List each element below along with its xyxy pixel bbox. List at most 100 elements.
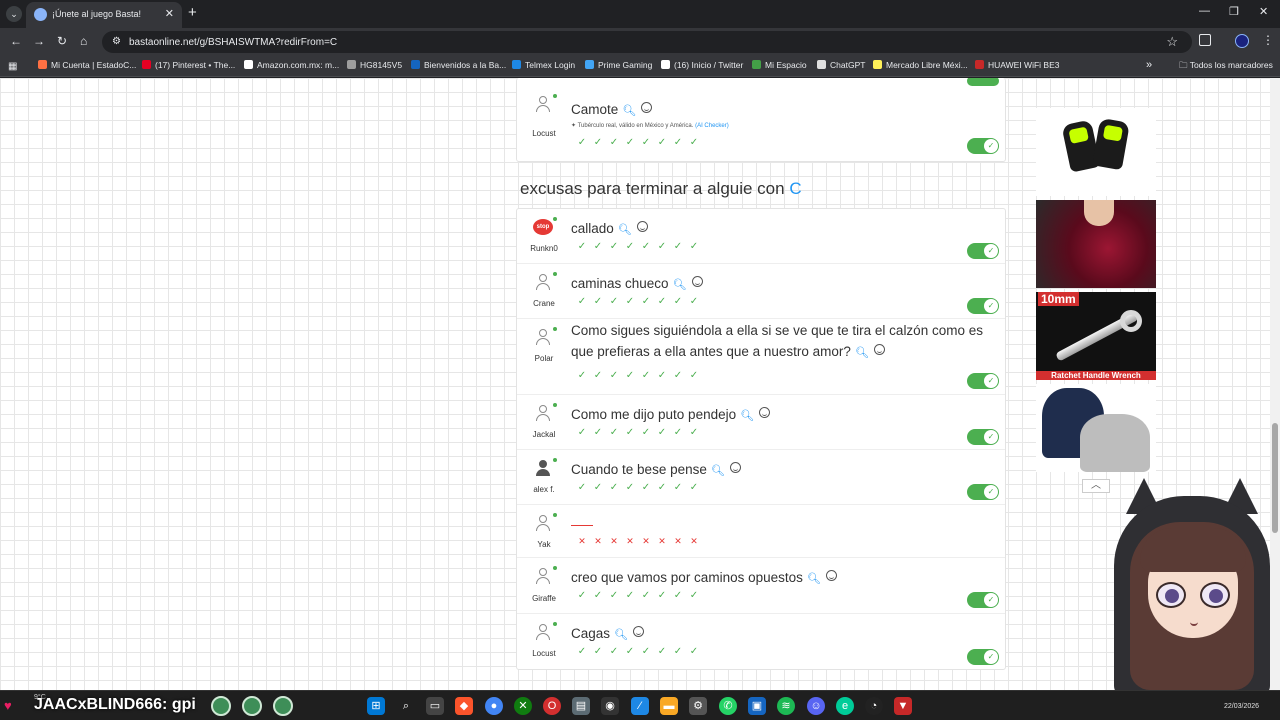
check-icon: ✓ — [657, 137, 667, 148]
address-bar[interactable]: ⚙ bastaonline.net/g/BSHAISWTMA?redirFrom… — [102, 31, 1192, 53]
bookmark-item[interactable]: HUAWEI WiFi BE3 — [975, 60, 1059, 70]
tab-active[interactable]: ¡Únete al juego Basta! ✕ — [26, 2, 182, 28]
search-icon[interactable]: 🔍︎ — [807, 573, 821, 585]
search-icon[interactable]: ⌕ — [397, 697, 415, 715]
profile-avatar[interactable] — [1235, 34, 1249, 48]
search-icon[interactable]: 🔍︎ — [622, 105, 636, 117]
emoji-icon[interactable] — [633, 626, 644, 637]
validity-toggle[interactable]: ✓ — [967, 429, 999, 445]
online-status-dot — [553, 622, 557, 626]
all-bookmarks-folder[interactable]: 🗀 Todos los marcadores — [1179, 60, 1273, 74]
page-scrollbar[interactable] — [1270, 78, 1280, 690]
bookmark-item[interactable]: Prime Gaming — [585, 60, 652, 70]
validity-toggle[interactable]: ✓ — [967, 138, 999, 154]
close-icon[interactable]: ✕ — [165, 7, 174, 20]
extensions-icon[interactable] — [1199, 34, 1211, 46]
bookmark-item[interactable]: Mi Cuenta | EstadoC... — [38, 60, 136, 70]
bookmark-item[interactable]: Telmex Login — [512, 60, 575, 70]
ai-checker-link[interactable]: (AI Checker) — [695, 123, 729, 129]
bookmark-item[interactable]: Mi Espacio — [752, 60, 807, 70]
search-icon[interactable]: 🔍︎ — [618, 224, 632, 236]
chrome-icon[interactable]: ● — [485, 697, 503, 715]
spotify-icon[interactable]: ≋ — [777, 697, 795, 715]
check-icon: ✓ — [673, 370, 683, 381]
back-icon[interactable]: ← — [10, 34, 22, 48]
photoshop-icon[interactable]: ▣ — [748, 697, 766, 715]
brave-browser-icon[interactable]: ◆ — [455, 697, 473, 715]
task-view-icon[interactable]: ▭ — [426, 697, 444, 715]
validity-toggle[interactable] — [967, 78, 999, 86]
search-icon[interactable]: 🔍︎ — [711, 465, 725, 477]
user-icon — [535, 329, 551, 345]
ad-ratchet-wrench[interactable]: 10mm Ratchet Handle Wrench — [1036, 292, 1156, 380]
opera-icon[interactable]: O — [543, 697, 561, 715]
validity-toggle[interactable]: ✓ — [967, 484, 999, 500]
vote-row: ✓ ✓ ✓ ✓ ✓ ✓ ✓ ✓ — [574, 137, 702, 148]
close-window-icon[interactable]: ✕ — [1259, 5, 1268, 18]
check-icon: ✓ — [657, 427, 667, 438]
bookmark-item[interactable]: Amazon.com.mx: m... — [244, 60, 339, 70]
windows-start-icon[interactable]: ⊞ — [367, 697, 385, 715]
validity-toggle[interactable]: ✓ — [967, 373, 999, 389]
app-icon[interactable]: ▼ — [894, 697, 912, 715]
cross-icon: ✕ — [658, 536, 666, 546]
emote-icon — [273, 696, 293, 716]
search-icon[interactable]: 🔍︎ — [673, 279, 687, 291]
bookmark-item[interactable]: ChatGPT — [817, 60, 865, 70]
scrollbar-thumb[interactable] — [1272, 423, 1278, 533]
check-icon: ✓ — [641, 646, 651, 657]
search-icon[interactable]: 🔍︎ — [855, 347, 869, 359]
home-icon[interactable]: ⌂ — [80, 34, 87, 48]
xbox-icon[interactable]: ✕ — [514, 697, 532, 715]
whatsapp-icon[interactable]: ✆ — [719, 697, 737, 715]
discord-icon[interactable]: ☺ — [807, 697, 825, 715]
steam-icon[interactable]: ◉ — [601, 697, 619, 715]
ad-goalkeeper-gloves[interactable] — [1036, 108, 1156, 196]
chevron-right-icon[interactable]: » — [1146, 59, 1152, 71]
check-icon: ✓ — [625, 296, 635, 307]
reload-icon[interactable]: ↻ — [57, 34, 67, 48]
obs-icon[interactable]: ◔ — [865, 697, 883, 715]
validity-toggle[interactable]: ✓ — [967, 243, 999, 259]
search-icon[interactable]: 🔍︎ — [740, 410, 754, 422]
ad-red-dress[interactable] — [1036, 200, 1156, 288]
player-name: Crane — [533, 299, 555, 308]
answer-row: Jackal Como me dijo puto pendejo 🔍︎ ✓ ✓ ✓ ✓ ✓… — [517, 395, 1005, 450]
answer-value: Como sigues siguiéndola a ella si se ve … — [571, 323, 983, 359]
star-icon[interactable]: ☆ — [1166, 34, 1178, 50]
online-status-dot — [553, 327, 557, 331]
ad-hoodies[interactable] — [1036, 384, 1156, 472]
emoji-icon[interactable] — [641, 102, 653, 113]
site-info-icon[interactable]: ⚙ — [112, 36, 121, 47]
apps-grid-icon[interactable]: ▦ — [8, 61, 17, 72]
app-icon[interactable]: ⁄ — [631, 697, 649, 715]
bookmark-item[interactable]: (17) Pinterest • The... — [142, 60, 235, 70]
bookmark-favicon — [975, 60, 984, 69]
edge-icon[interactable]: e — [836, 697, 854, 715]
validity-toggle[interactable]: ✓ — [967, 649, 999, 665]
emoji-icon[interactable] — [873, 344, 885, 355]
search-icon[interactable]: 🔍︎ — [614, 629, 628, 641]
file-explorer-icon[interactable]: ▬ — [660, 697, 678, 715]
validity-toggle[interactable]: ✓ — [967, 592, 999, 608]
tab-search-icon[interactable]: ⌄ — [6, 6, 22, 22]
check-icon: ✓ — [625, 646, 635, 657]
emoji-icon[interactable] — [729, 462, 741, 473]
cross-icon: ✕ — [578, 536, 586, 546]
new-tab-icon[interactable]: + — [188, 4, 197, 21]
emoji-icon[interactable] — [759, 407, 771, 418]
bookmark-item[interactable]: Mercado Libre Méxi... — [873, 60, 968, 70]
emoji-icon[interactable] — [691, 276, 703, 287]
bookmark-item[interactable]: (16) Inicio / Twitter — [661, 60, 743, 70]
more-menu-icon[interactable]: ⋮ — [1262, 33, 1274, 47]
forward-icon[interactable]: → — [33, 34, 45, 48]
emoji-icon[interactable] — [825, 570, 837, 581]
settings-app-icon[interactable]: ⚙ — [689, 697, 707, 715]
bookmark-item[interactable]: HG8145V5 — [347, 60, 402, 70]
store-icon[interactable]: ▤ — [572, 697, 590, 715]
validity-toggle[interactable]: ✓ — [967, 298, 999, 314]
bookmark-item[interactable]: Bienvenidos a la Ba... — [411, 60, 506, 70]
emoji-icon[interactable] — [636, 221, 648, 232]
minimize-icon[interactable]: — — [1199, 5, 1210, 17]
restore-icon[interactable]: ❐ — [1229, 5, 1239, 18]
